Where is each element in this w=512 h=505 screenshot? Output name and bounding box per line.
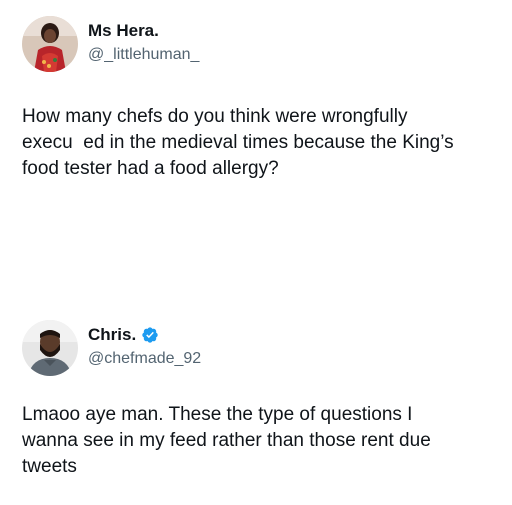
avatar[interactable]: [22, 16, 78, 72]
handle[interactable]: @_littlehuman_: [88, 44, 199, 66]
display-name-text[interactable]: Chris.: [88, 324, 136, 346]
avatar-image: [22, 16, 78, 72]
display-name[interactable]: Chris.: [88, 324, 159, 346]
avatar-image: [22, 320, 78, 376]
handle[interactable]: @chefmade_92: [88, 348, 201, 370]
tweet-text: How many chefs do you think were wrongfu…: [22, 106, 454, 179]
verified-badge-icon: [141, 326, 159, 344]
tweet-text: Lmaoo aye man. These the type of questio…: [22, 404, 431, 477]
avatar[interactable]: [22, 320, 78, 376]
display-name-text[interactable]: Ms Hera.: [88, 20, 159, 42]
display-name[interactable]: Ms Hera.: [88, 20, 159, 42]
tweet-author: Ms Hera. @_littlehuman_: [88, 20, 199, 66]
tweet-author: Chris. @chefmade_92: [88, 324, 201, 370]
